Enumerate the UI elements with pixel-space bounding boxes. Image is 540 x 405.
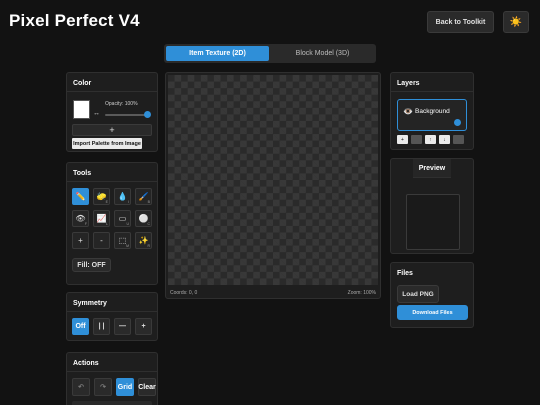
actions-panel-title: Actions xyxy=(67,353,157,372)
actions-row: ↶ ↷ Grid Clear xyxy=(72,378,156,396)
current-color-swatch[interactable] xyxy=(73,100,90,119)
mode-tabs: Item Texture (2D) Block Model (3D) xyxy=(164,44,376,63)
canvas-container: Coords: 0, 0 Zoom: 100% xyxy=(165,72,381,299)
symmetry-off-button[interactable]: Off xyxy=(72,318,89,335)
zoom-in-icon: + xyxy=(78,236,83,245)
redo-button[interactable]: ↷ xyxy=(94,378,112,396)
tools-panel-title: Tools xyxy=(67,163,157,182)
preview-box xyxy=(406,194,460,250)
layer-active-indicator xyxy=(454,119,461,126)
shortcut-key-label: B xyxy=(147,200,150,204)
shortcut-key-label: C xyxy=(147,222,150,226)
add-color-button[interactable]: + xyxy=(72,124,152,136)
tool-fill-view-button[interactable]: 👁 F xyxy=(72,210,89,227)
tool-pencil-button[interactable]: ✏️ xyxy=(72,188,89,205)
tool-grid: ✏️ 🧽 E 💧 I 🖌️ B 👁 F 📈 L ▭ U ⚪ C + - ⬚ M ✨ R xyxy=(72,188,152,249)
tool-rectangle-button[interactable]: ▭ U xyxy=(114,210,131,227)
line-icon: 📈 xyxy=(96,214,107,223)
tool-circle-button[interactable]: ⚪ C xyxy=(135,210,152,227)
delete-layer-button[interactable] xyxy=(411,135,422,144)
tool-line-button[interactable]: 📈 L xyxy=(93,210,110,227)
symmetry-options: Off | | — + xyxy=(72,318,152,335)
shortcut-key-label: L xyxy=(106,222,108,226)
add-layer-button[interactable]: + xyxy=(397,135,408,144)
layer-item[interactable]: 👁️ Background xyxy=(397,99,467,131)
layer-actions: + ↑ ↓ xyxy=(397,135,464,144)
files-panel-title: Files xyxy=(397,270,413,277)
clear-button[interactable]: Clear xyxy=(138,378,156,396)
color-panel-title: Color xyxy=(67,73,157,92)
coords-readout: Coords: 0, 0 xyxy=(170,290,198,296)
layer-name: Background xyxy=(415,108,450,115)
app-title: Pixel Perfect V4 xyxy=(9,11,140,30)
move-layer-up-button[interactable]: ↑ xyxy=(425,135,436,144)
eye-icon[interactable]: 👁️ xyxy=(403,107,413,116)
tool-zoom-in-button[interactable]: + xyxy=(72,232,89,249)
symmetry-panel: Symmetry Off | | — + xyxy=(66,292,158,341)
files-panel: Files Load PNG Download Files xyxy=(390,262,474,328)
fill-toggle-button[interactable]: Fill: OFF xyxy=(72,258,111,272)
import-palette-button[interactable]: Import Palette from Image xyxy=(72,138,142,149)
shortcut-key-label: U xyxy=(126,222,129,226)
tool-brush-button[interactable]: 🖌️ B xyxy=(135,188,152,205)
load-png-button[interactable]: Load PNG xyxy=(397,285,439,303)
layers-panel-title: Layers xyxy=(391,73,473,92)
theme-toggle-button[interactable]: ☀️ xyxy=(503,11,529,33)
tool-zoom-out-button[interactable]: - xyxy=(93,232,110,249)
color-panel: Color Opacity: 100% ↔ + Import Palette f… xyxy=(66,72,158,152)
rectangle-icon: ▭ xyxy=(118,214,127,223)
merge-layer-button[interactable] xyxy=(453,135,464,144)
layers-panel: Layers 👁️ Background + ↑ ↓ xyxy=(390,72,474,150)
tool-eyedropper-button[interactable]: 💧 I xyxy=(114,188,131,205)
symmetry-both-button[interactable]: + xyxy=(135,318,152,335)
shortcut-key-label: E xyxy=(105,200,108,204)
pencil-icon: ✏️ xyxy=(75,192,86,201)
tab-block-model[interactable]: Block Model (3D) xyxy=(271,46,374,61)
undo-button[interactable]: ↶ xyxy=(72,378,90,396)
tab-item-texture[interactable]: Item Texture (2D) xyxy=(166,46,269,61)
tool-select-button[interactable]: ⬚ M xyxy=(114,232,131,249)
actions-extra-row xyxy=(72,401,152,405)
drawing-canvas[interactable] xyxy=(168,75,378,285)
opacity-label: Opacity: 100% xyxy=(105,101,138,107)
opacity-slider-thumb[interactable] xyxy=(144,111,151,118)
sun-icon: ☀️ xyxy=(509,16,523,28)
shortcut-key-label: M xyxy=(126,244,129,248)
preview-panel: Preview xyxy=(390,158,474,254)
shortcut-key-label: R xyxy=(147,244,150,248)
shortcut-key-label: F xyxy=(84,222,87,226)
eyedropper-icon: 💧 xyxy=(117,192,128,201)
tool-magic-button[interactable]: ✨ R xyxy=(135,232,152,249)
symmetry-horizontal-button[interactable]: — xyxy=(114,318,131,335)
tool-eraser-button[interactable]: 🧽 E xyxy=(93,188,110,205)
move-layer-down-button[interactable]: ↓ xyxy=(439,135,450,144)
move-arrows-icon: ↔ xyxy=(93,110,100,117)
zoom-out-icon: - xyxy=(100,236,103,245)
zoom-readout: Zoom: 100% xyxy=(347,290,376,296)
grid-toggle-button[interactable]: Grid xyxy=(116,378,134,396)
actions-panel: Actions ↶ ↷ Grid Clear xyxy=(66,352,158,405)
shortcut-key-label: I xyxy=(128,200,129,204)
tools-panel: Tools ✏️ 🧽 E 💧 I 🖌️ B 👁 F 📈 L ▭ U ⚪ C + - ⬚ M ✨ R Fill: OFF xyxy=(66,162,158,285)
back-to-toolkit-button[interactable]: Back to Toolkit xyxy=(427,11,494,33)
download-files-button[interactable]: Download Files xyxy=(397,305,468,320)
preview-title: Preview xyxy=(413,159,451,178)
symmetry-vertical-button[interactable]: | | xyxy=(93,318,110,335)
symmetry-panel-title: Symmetry xyxy=(67,293,157,312)
